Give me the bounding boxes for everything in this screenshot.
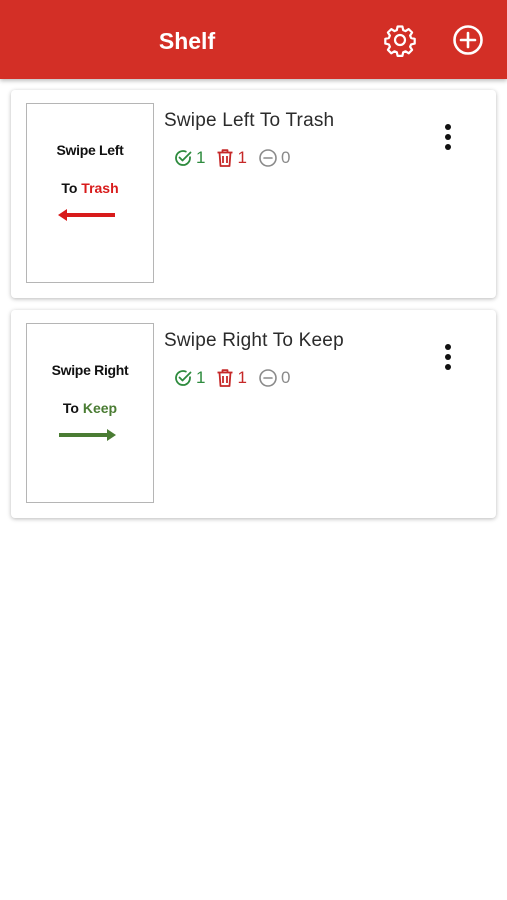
check-circle-icon <box>175 150 192 166</box>
check-circle-icon <box>175 370 192 386</box>
more-options-button[interactable] <box>436 122 460 152</box>
skip-count: 0 <box>258 368 290 388</box>
page-title: Shelf <box>158 28 216 54</box>
more-vert-icon <box>445 344 451 350</box>
add-button[interactable] <box>451 23 485 57</box>
more-options-button[interactable] <box>436 342 460 372</box>
card-thumbnail: Swipe Left To Trash <box>26 103 154 283</box>
thumbnail-line2: To Keep <box>27 400 153 416</box>
card-stats: 1 1 0 <box>173 147 301 169</box>
thumbnail-line1: Swipe Right <box>51 362 129 378</box>
plus-circle-icon <box>453 25 483 55</box>
card-stats: 1 1 0 <box>173 367 301 389</box>
trash-icon <box>217 369 233 387</box>
settings-button[interactable] <box>383 23 417 57</box>
thumbnail-prefix: To <box>62 400 83 416</box>
card-title: Swipe Left To Trash <box>164 110 335 131</box>
keep-count-value: 1 <box>196 148 206 167</box>
trash-count: 1 <box>216 148 247 168</box>
more-vert-icon <box>445 124 451 130</box>
thumbnail-line1: Swipe Left <box>56 142 124 158</box>
trash-count: 1 <box>216 368 247 388</box>
skip-count-value: 0 <box>280 148 291 167</box>
shelf-card[interactable]: Swipe Left To Trash Swipe Left To Trash … <box>11 90 496 298</box>
minus-circle-icon <box>259 369 277 387</box>
keep-count-value: 1 <box>196 368 206 387</box>
keep-count: 1 <box>173 368 205 388</box>
skip-count: 0 <box>258 148 290 168</box>
thumbnail-prefix: To <box>61 180 82 196</box>
arrow-right-icon <box>58 428 118 442</box>
app-bar: Shelf <box>0 0 507 79</box>
thumbnail-accent: Trash <box>81 180 119 196</box>
gear-icon <box>384 25 416 57</box>
minus-circle-icon <box>259 149 277 167</box>
card-title: Swipe Right To Keep <box>164 330 344 351</box>
trash-count-value: 1 <box>237 148 247 167</box>
skip-count-value: 0 <box>280 368 291 387</box>
trash-count-value: 1 <box>237 368 247 387</box>
thumbnail-line2: To Trash <box>27 180 153 196</box>
thumbnail-accent: Keep <box>82 400 118 416</box>
trash-icon <box>217 149 233 167</box>
keep-count: 1 <box>173 148 205 168</box>
shelf-card[interactable]: Swipe Right To Keep Swipe Right To Keep … <box>11 310 496 518</box>
arrow-left-icon <box>58 208 118 222</box>
card-thumbnail: Swipe Right To Keep <box>26 323 154 503</box>
